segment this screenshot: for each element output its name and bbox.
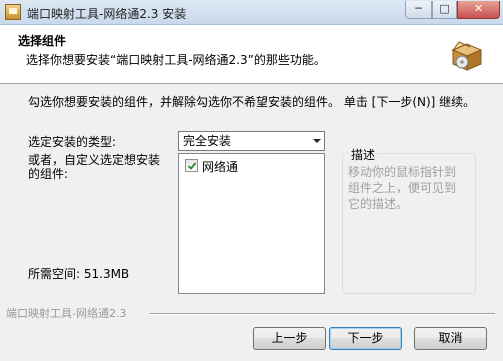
next-button[interactable]: 下一步 xyxy=(329,327,402,350)
instructions-text: 勾选你想要安装的组件，并解除勾选你不希望安装的组件。 单击 [下一步(N)] 继… xyxy=(28,95,476,109)
component-checkbox[interactable] xyxy=(185,159,198,172)
app-icon xyxy=(5,4,21,20)
footer-divider xyxy=(150,313,495,315)
component-label: 网络通 xyxy=(202,160,239,174)
installer-window: 端口映射工具-网络通2.3 安装 ─ □ ✕ 选择组件 选择你想要安装“端口映射… xyxy=(0,0,503,361)
description-legend: 描述 xyxy=(348,146,379,163)
chevron-down-icon xyxy=(313,139,321,143)
footer-brand: 端口映射工具-网络通2.3 xyxy=(6,307,127,320)
space-required: 所需空间: 51.3MB xyxy=(28,267,130,281)
install-type-value: 完全安装 xyxy=(183,134,232,148)
close-button[interactable]: ✕ xyxy=(457,1,500,19)
cancel-button[interactable]: 取消 xyxy=(414,327,487,350)
custom-components-label: 或者，自定义选定想安装的组件: xyxy=(28,153,161,181)
back-button[interactable]: 上一步 xyxy=(253,327,326,350)
description-group: 描述 移动你的鼠标指针到组件之上，便可见到它的描述。 xyxy=(342,146,476,294)
description-text: 移动你的鼠标指针到组件之上，便可见到它的描述。 xyxy=(348,165,457,211)
maximize-button[interactable]: □ xyxy=(432,1,457,19)
minimize-button[interactable]: ─ xyxy=(405,1,432,19)
installer-box-icon xyxy=(451,41,483,71)
window-title: 端口映射工具-网络通2.3 安装 xyxy=(27,7,187,21)
page-title: 选择组件 xyxy=(18,34,67,48)
components-tree[interactable]: 网络通 xyxy=(178,153,325,294)
install-type-label: 选定安装的类型: xyxy=(28,135,117,149)
page-header: 选择组件 选择你想要安装“端口映射工具-网络通2.3”的那些功能。 xyxy=(0,25,503,84)
page-subtitle: 选择你想要安装“端口映射工具-网络通2.3”的那些功能。 xyxy=(26,53,326,67)
title-bar[interactable]: 端口映射工具-网络通2.3 安装 ─ □ ✕ xyxy=(0,0,503,25)
checkmark-icon xyxy=(187,162,197,170)
install-type-select[interactable]: 完全安装 xyxy=(178,131,325,151)
